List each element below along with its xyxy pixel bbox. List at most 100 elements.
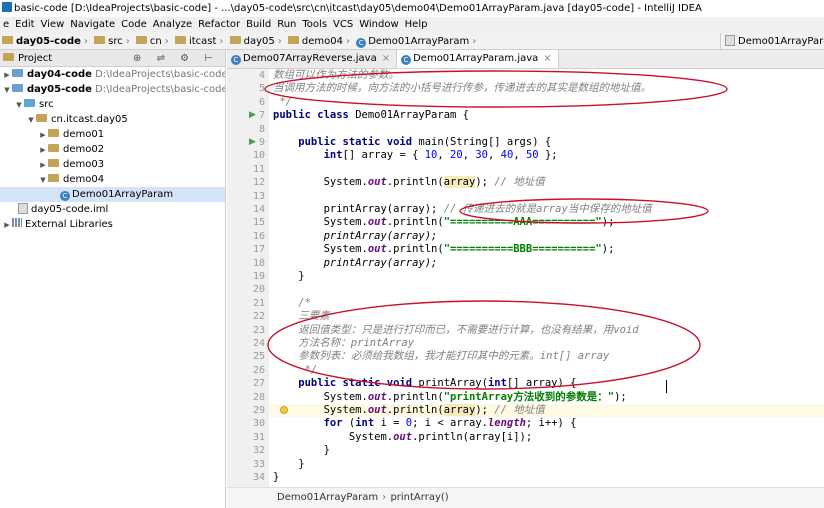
window-title: basic-code [D:\IdeaProjects\basic-code] … [14,3,702,14]
tree-item-external-libraries[interactable]: ▶ External Libraries [0,217,225,232]
chevron-down-icon: ▼ [40,176,46,184]
line-number: 28 [252,391,265,403]
folder-icon [174,36,186,44]
line-number: 15 [252,217,265,229]
line-number: 27 [252,378,265,390]
line-number: 6 [258,96,265,108]
line-number: 17 [252,244,265,256]
code-line-6: */ [273,95,292,108]
code-line-16: printArray(array); [273,229,438,242]
nav-crumb-src[interactable]: src [92,33,125,49]
nav-crumb-demo04[interactable]: demo04 [286,33,345,49]
menu-file[interactable]: e [0,19,12,30]
code-line-22: 三要素 [273,310,330,323]
package-icon [48,129,59,137]
project-panel-tools[interactable]: ⊕ ⇌ ⚙ ⊢ [133,50,219,67]
line-number: 20 [252,284,265,296]
line-number: 14 [252,204,265,215]
tree-item-day05-code[interactable]: ▼day05-code D:\IdeaProjects\basic-code\d… [0,82,225,97]
folder-icon [287,36,299,44]
nav-crumb-cn[interactable]: cn [134,33,164,49]
code-line-5: 当调用方法的时候，向方法的小括号进行传参，传递进去的其实是数组的地址值。 [273,82,651,95]
menu-refactor[interactable]: Refactor [195,19,243,30]
line-number: 5 [258,83,265,95]
line-number: 33 [252,458,265,470]
line-number: 10 [252,150,265,162]
tree-item-demo03[interactable]: ▶ demo03 [0,157,225,172]
line-number: 16 [252,230,265,242]
nav-crumb-class[interactable]: C Demo01ArrayParam [354,33,471,49]
code-line-26: */ [273,363,318,376]
menu-navigate[interactable]: Navigate [67,19,118,30]
menu-help[interactable]: Help [402,19,431,30]
line-number: 29 [252,405,265,416]
line-number: 4 [258,70,265,81]
code-editor[interactable]: 数组可以作为方法的参数。 当调用方法的时候，向方法的小括号进行传参，传递进去的其… [269,69,824,487]
tree-item-demo02[interactable]: ▶ demo02 [0,142,225,157]
code-line-34: } [273,471,280,483]
code-line-29-current: System.out.println(array); // 地址值 [269,404,824,418]
close-icon[interactable]: × [382,53,390,64]
line-number: 19 [252,271,265,282]
line-number: 30 [252,418,265,430]
folder-icon [94,36,106,44]
line-number: 8 [258,123,265,135]
tab-demo07arrayreverse[interactable]: C Demo07ArrayReverse.java × [227,50,398,68]
iml-file-icon [18,203,28,214]
package-icon [48,159,59,167]
menu-run[interactable]: Run [274,19,299,30]
chevron-right-icon: › [219,36,224,47]
package-icon [48,174,59,182]
breadcrumb-class[interactable]: Demo01ArrayParam [277,492,378,503]
nav-crumb-module[interactable]: day05-code [0,33,83,49]
code-line-33: } [273,457,305,470]
class-icon: C [401,55,412,65]
menu-build[interactable]: Build [243,19,274,30]
class-icon: C [231,55,241,65]
class-icon: C [60,191,70,201]
navigation-bar: day05-code › src › cn › itcast › day05 › demo… [0,33,824,50]
package-icon [36,114,47,122]
line-number: 23 [252,324,265,336]
breadcrumb-method[interactable]: printArray() [390,492,448,503]
menu-edit[interactable]: Edit [12,19,37,30]
text-cursor [666,380,667,393]
tab-demo01arrayparam[interactable]: C Demo01ArrayParam.java × [397,50,559,68]
run-class-icon[interactable]: ▶ [249,109,256,122]
package-icon [48,144,59,152]
tree-item-demo04[interactable]: ▼ demo04 [0,172,225,187]
code-line-27: public static void printArray(int[] arra… [273,377,577,390]
menu-code[interactable]: Code [118,19,150,30]
lightbulb-icon[interactable] [280,406,288,414]
tree-item-demo01arrayparam[interactable]: C Demo01ArrayParam [0,187,225,202]
nav-crumb-day05[interactable]: day05 [228,33,277,49]
tree-item-package[interactable]: ▼ cn.itcast.day05 [0,112,225,127]
project-icon [3,53,14,61]
editor-gutter[interactable]: 4 5 6 7 8 9 10 11 12 13 14 15 16 17 18 19 20 21 22 23 24 25 26… [227,69,269,487]
nav-crumb-itcast[interactable]: itcast [173,33,218,49]
tree-item-iml[interactable]: day05-code.iml [0,202,225,217]
menu-analyze[interactable]: Analyze [150,19,195,30]
close-icon[interactable]: × [543,53,551,64]
menu-view[interactable]: View [38,19,68,30]
chevron-right-icon: › [83,36,88,47]
code-line-10: int[] array = { 10, 20, 30, 40, 50 }; [273,149,558,162]
chevron-right-icon: › [125,36,130,47]
code-line-17: System.out.println("==========BBB=======… [273,243,615,256]
intellij-app-icon [2,2,12,12]
project-panel-header[interactable]: Project ⊕ ⇌ ⚙ ⊢ [0,50,225,67]
module-folder-icon [2,36,13,44]
chevron-down-icon: ▼ [4,86,10,94]
tree-item-demo01[interactable]: ▶ demo01 [0,127,225,142]
class-icon: C [356,38,367,48]
run-configuration-selector[interactable]: Demo01ArrayParam [720,33,824,49]
editor-tab-bar: C Demo07ArrayReverse.java × C Demo01ArrayPar… [227,50,824,69]
run-main-icon[interactable]: ▶ [249,136,256,149]
editor-breadcrumb: Demo01ArrayParam › printArray() [227,487,824,508]
chevron-right-icon: › [277,36,282,47]
tree-item-day04-code[interactable]: ▶day04-code D:\IdeaProjects\basic-code\d… [0,67,225,82]
menu-window[interactable]: Window [356,19,401,30]
menu-vcs[interactable]: VCS [330,19,356,30]
menu-tools[interactable]: Tools [299,19,330,30]
tree-item-src[interactable]: ▼ src [0,97,225,112]
